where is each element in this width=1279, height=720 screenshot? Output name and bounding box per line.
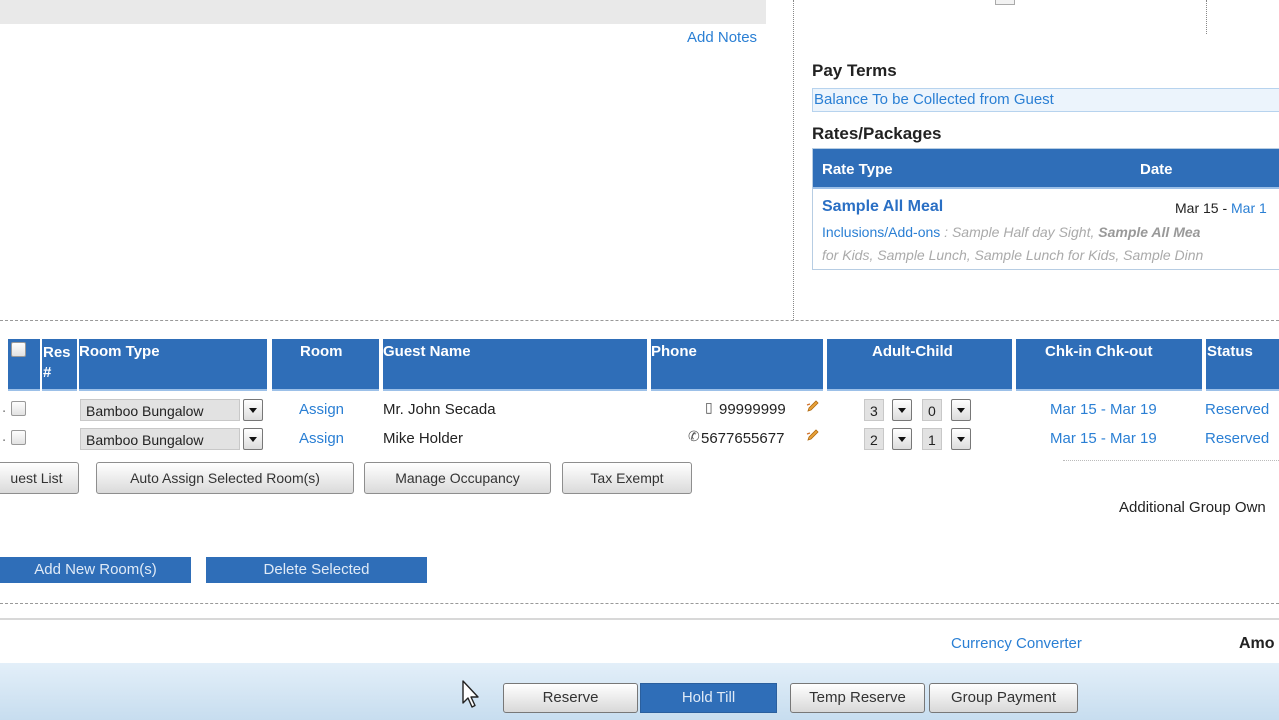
guest-name-header-label: Guest Name (383, 343, 471, 360)
add-new-rooms-button[interactable]: Add New Room(s) (0, 557, 191, 583)
column-divider (1206, 0, 1207, 34)
rate-date-to[interactable]: Mar 1 (1231, 200, 1267, 216)
amount-label: Amo (1239, 635, 1275, 652)
mouse-cursor-icon (462, 680, 479, 708)
row-bullet: . (2, 399, 7, 416)
room-header: Room (272, 339, 379, 391)
adults-select[interactable]: 3 (864, 399, 884, 421)
phone-number: 99999999 (719, 401, 786, 418)
date-separator: - (1096, 430, 1111, 447)
guest-name: Mr. John Secada (383, 401, 496, 418)
checkin-date-link[interactable]: Mar 15 (1050, 401, 1097, 418)
reservation-screen: Add Notes Pay Terms Balance To be Collec… (0, 0, 1279, 720)
status-header: Status (1206, 339, 1279, 391)
guest-name: Mike Holder (383, 430, 464, 447)
manage-occupancy-button[interactable]: Manage Occupancy (364, 462, 551, 494)
status-link[interactable]: Reserved (1205, 430, 1269, 447)
children-select[interactable]: 0 (922, 399, 942, 421)
room-type-header-label: Room Type (79, 343, 160, 360)
adult-child-header-label: Adult-Child (872, 343, 953, 360)
room-type-header: Room Type (79, 339, 267, 391)
checkout-date-link[interactable]: Mar 19 (1110, 401, 1157, 418)
adult-child-header: Adult-Child (827, 339, 1012, 391)
delete-selected-button[interactable]: Delete Selected (206, 557, 427, 583)
chk-header-label: Chk-in Chk-out (1045, 343, 1153, 360)
currency-converter-link[interactable]: Currency Converter (951, 635, 1082, 652)
row-checkbox[interactable] (11, 430, 26, 445)
children-select[interactable]: 1 (922, 428, 942, 450)
res-number-header: Res # (42, 339, 77, 391)
inclusions-line-2: for Kids, Sample Lunch, Sample Lunch for… (822, 247, 1204, 263)
auto-assign-rooms-button[interactable]: Auto Assign Selected Room(s) (96, 462, 354, 494)
stay-dates: Mar 15 - Mar 19 (1050, 430, 1157, 447)
rates-table-header: Rate Type Date (813, 149, 1279, 189)
room-type-select[interactable]: Bamboo Bungalow (80, 399, 240, 421)
room-type-dropdown-arrow-icon[interactable] (243, 428, 263, 450)
reserve-button[interactable]: Reserve (503, 683, 638, 713)
temp-reserve-button[interactable]: Temp Reserve (790, 683, 925, 713)
assign-room-link[interactable]: Assign (299, 430, 344, 447)
landline-phone-icon: ✆ (688, 428, 700, 444)
row-bullet: . (2, 428, 7, 445)
inclusions-label[interactable]: Inclusions/Add-ons (822, 224, 940, 240)
rate-date-range: Mar 15 - Mar 1 (1175, 200, 1267, 216)
notes-textarea[interactable] (0, 0, 766, 24)
rate-type-header: Rate Type (822, 161, 893, 178)
section-divider (0, 618, 1279, 620)
adults-dropdown-arrow-icon[interactable] (892, 428, 912, 450)
pay-terms-select[interactable]: Balance To be Collected from Guest (812, 88, 1279, 112)
room-type-select[interactable]: Bamboo Bungalow (80, 428, 240, 450)
guest-name-header: Guest Name (383, 339, 647, 391)
phone-header-label: Phone (651, 343, 697, 360)
rates-packages-title: Rates/Packages (812, 124, 942, 143)
assign-room-link[interactable]: Assign (299, 401, 344, 418)
rate-date-from: Mar 15 - (1175, 200, 1232, 216)
table-row: . Bamboo Bungalow Assign Mike Holder ✆ 5… (0, 428, 1279, 452)
phone-header: Phone (651, 339, 823, 391)
edit-pencil-icon[interactable] (806, 399, 820, 413)
checkbox-partial[interactable] (995, 0, 1015, 5)
status-link[interactable]: Reserved (1205, 401, 1269, 418)
section-divider (0, 603, 1279, 604)
children-dropdown-arrow-icon[interactable] (951, 428, 971, 450)
table-row: . Bamboo Bungalow Assign Mr. John Secada… (0, 399, 1279, 423)
room-header-label: Room (300, 343, 343, 360)
guest-list-button[interactable]: uest List (0, 462, 79, 494)
status-header-label: Status (1207, 343, 1253, 360)
tax-exempt-button[interactable]: Tax Exempt (562, 462, 692, 494)
children-dropdown-arrow-icon[interactable] (951, 399, 971, 421)
row-divider (1063, 460, 1279, 461)
mobile-phone-icon: ▯ (705, 399, 713, 415)
rate-name-link[interactable]: Sample All Meal (822, 198, 943, 216)
edit-pencil-icon[interactable] (806, 428, 820, 442)
select-all-checkbox[interactable] (11, 342, 26, 357)
group-payment-button[interactable]: Group Payment (929, 683, 1078, 713)
chk-in-chk-out-header: Chk-in Chk-out (1016, 339, 1202, 391)
checkin-date-link[interactable]: Mar 15 (1050, 430, 1097, 447)
column-divider (793, 0, 794, 320)
select-all-header (8, 339, 40, 391)
rates-table: Rate Type Date Sample All Meal Mar 15 - … (812, 148, 1279, 270)
adults-select[interactable]: 2 (864, 428, 884, 450)
inclusions-line: Inclusions/Add-ons : Sample Half day Sig… (822, 224, 1200, 240)
stay-dates: Mar 15 - Mar 19 (1050, 401, 1157, 418)
row-checkbox[interactable] (11, 401, 26, 416)
room-type-dropdown-arrow-icon[interactable] (243, 399, 263, 421)
pay-terms-title: Pay Terms (812, 61, 897, 80)
res-number-header-label: Res # (43, 344, 71, 381)
adults-dropdown-arrow-icon[interactable] (892, 399, 912, 421)
section-divider (0, 320, 1279, 321)
date-header: Date (1140, 161, 1173, 178)
checkout-date-link[interactable]: Mar 19 (1110, 430, 1157, 447)
additional-group-owner-label: Additional Group Own (1119, 499, 1266, 516)
inclusion-item: Sample Half day Sight, (951, 224, 1099, 240)
hold-till-button[interactable]: Hold Till (640, 683, 777, 713)
inclusions-separator: : (940, 224, 952, 240)
add-notes-link[interactable]: Add Notes (687, 29, 757, 46)
phone-number: 5677655677 (701, 430, 785, 447)
inclusion-item-bold: Sample All Mea (1098, 224, 1201, 240)
date-separator: - (1096, 401, 1111, 418)
